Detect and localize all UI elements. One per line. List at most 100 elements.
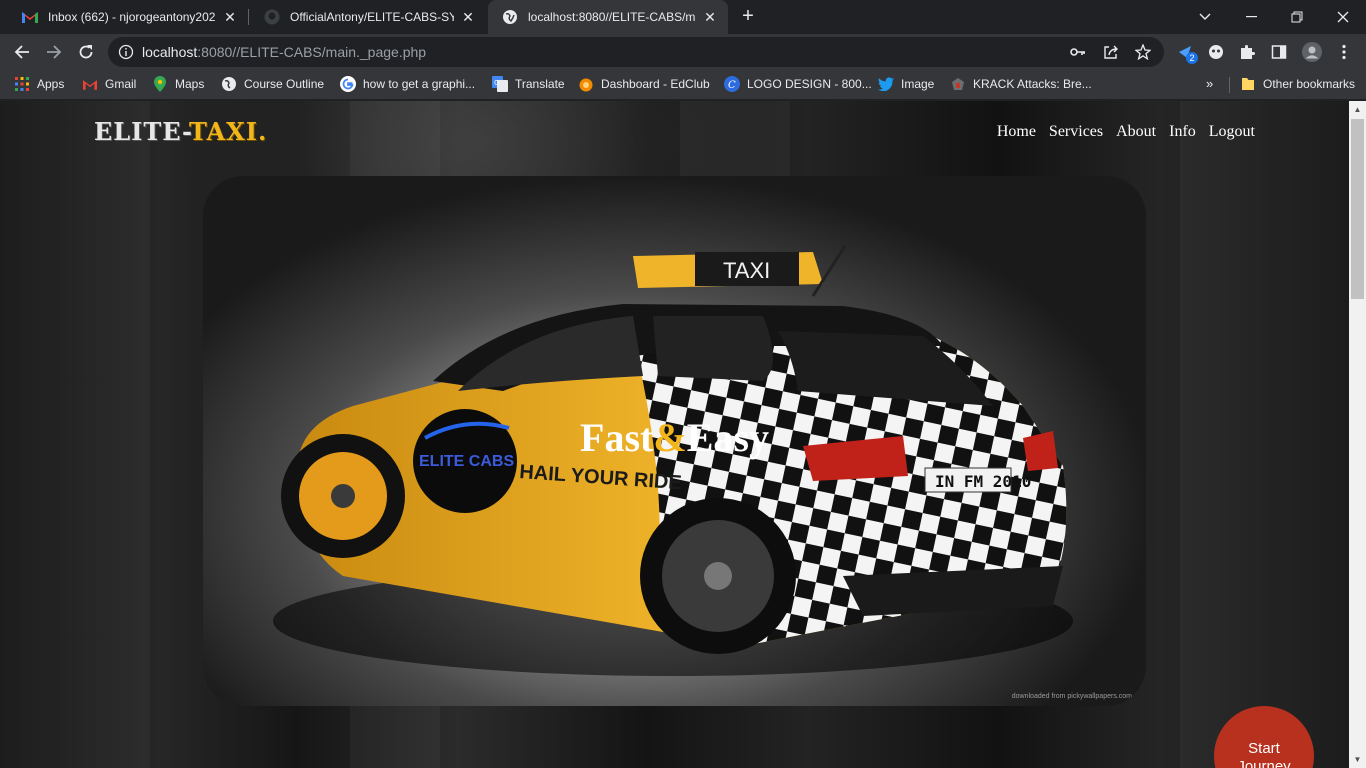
back-arrow-icon <box>14 45 29 59</box>
github-icon <box>264 9 280 25</box>
bookmark-label: LOGO DESIGN - 800... <box>747 77 872 91</box>
bookmark-label: Dashboard - EdClub <box>601 77 710 91</box>
tab-github[interactable]: OfficialAntony/ELITE-CABS-SYSTEM ✕ <box>250 0 486 34</box>
background-building <box>1180 101 1349 768</box>
tab-title: localhost:8080//ELITE-CABS/main._page.ph… <box>528 10 696 24</box>
side-panel-icon[interactable] <box>1269 42 1289 62</box>
bookmark-apps[interactable]: Apps <box>14 70 64 98</box>
site-header: ELITE-TAXI. Home Services About Info Log… <box>0 101 1349 165</box>
apps-grid-icon <box>14 76 30 92</box>
folder-icon <box>1240 76 1256 92</box>
bookmark-logo-design[interactable]: C LOGO DESIGN - 800... <box>724 70 872 98</box>
background-building <box>0 101 150 768</box>
extension-icon[interactable]: 2 <box>1176 42 1198 64</box>
new-tab-button[interactable]: + <box>736 5 760 29</box>
bookmark-other[interactable]: Other bookmarks <box>1240 70 1355 98</box>
bookmark-star-icon[interactable] <box>1135 44 1151 60</box>
tab-title: Inbox (662) - njorogeantony2020@ <box>48 10 216 24</box>
edclub-icon <box>578 76 594 92</box>
scroll-thumb[interactable] <box>1351 119 1364 299</box>
scroll-down-arrow-icon[interactable]: ▼ <box>1349 751 1366 768</box>
bookmark-label: Gmail <box>105 77 137 91</box>
forward-arrow-icon <box>47 45 62 59</box>
globe-icon <box>502 9 518 25</box>
bookmark-gmail[interactable]: Gmail <box>82 70 136 98</box>
address-bar[interactable]: localhost:8080//ELITE-CABS/main._page.ph… <box>108 37 1164 67</box>
close-icon[interactable]: ✕ <box>702 9 718 25</box>
translate-icon: G <box>492 76 508 92</box>
avatar[interactable] <box>1302 42 1322 62</box>
key-icon[interactable] <box>1070 44 1086 60</box>
forward-button[interactable] <box>40 38 68 66</box>
tab-gmail[interactable]: Inbox (662) - njorogeantony2020@ ✕ <box>8 0 248 34</box>
reload-icon <box>79 45 93 59</box>
logo-text-elite: ELITE- <box>94 117 189 146</box>
nav-info-link[interactable]: Info <box>1169 123 1196 141</box>
hero-tagline: Fast&Easy <box>203 414 1146 461</box>
ghost-extension-icon[interactable] <box>1206 42 1226 62</box>
bookmark-image[interactable]: Image <box>878 70 934 98</box>
tagline-fast: Fast <box>580 415 654 460</box>
canva-icon: C <box>724 76 740 92</box>
back-button[interactable] <box>8 38 36 66</box>
extension-badge: 2 <box>1186 52 1198 64</box>
menu-kebab-icon[interactable] <box>1334 42 1354 62</box>
bookmark-label: Image <box>901 77 935 91</box>
puzzle-icon[interactable] <box>1237 42 1257 62</box>
restore-button[interactable] <box>1274 0 1320 34</box>
svg-text:G: G <box>494 79 499 87</box>
page-viewport: ELITE-TAXI. Home Services About Info Log… <box>0 101 1349 768</box>
reload-button[interactable] <box>72 38 100 66</box>
close-window-button[interactable] <box>1320 0 1366 34</box>
bookmark-course-outline[interactable]: Course Outline <box>221 70 324 98</box>
gmail-icon <box>82 76 98 92</box>
browser-toolbar: localhost:8080//ELITE-CABS/main._page.ph… <box>0 34 1366 70</box>
maps-pin-icon <box>152 76 168 92</box>
tab-title: OfficialAntony/ELITE-CABS-SYSTEM <box>290 10 454 24</box>
bookmark-translate[interactable]: G Translate <box>492 70 565 98</box>
svg-text:C: C <box>728 80 736 91</box>
close-icon[interactable]: ✕ <box>222 9 238 25</box>
nav-services-link[interactable]: Services <box>1049 123 1103 141</box>
tagline-easy: Easy <box>686 415 769 460</box>
site-info-icon[interactable] <box>118 44 134 60</box>
roof-sign-text: TAXI <box>723 258 770 283</box>
nav-home-link[interactable]: Home <box>997 123 1036 141</box>
tagline-ampersand: & <box>653 415 687 460</box>
twitter-icon <box>878 76 894 92</box>
main-nav: Home Services About Info Logout <box>997 123 1255 141</box>
nav-about-link[interactable]: About <box>1116 123 1156 141</box>
bookmark-label: Translate <box>515 77 565 91</box>
site-logo[interactable]: ELITE-TAXI. <box>94 117 267 146</box>
bookmark-label: Apps <box>37 77 65 91</box>
page-scrollbar[interactable]: ▲ ▼ <box>1349 101 1366 768</box>
logo-text-taxi: TAXI. <box>188 117 268 146</box>
hero-image: IN FM 2010 TAXI ELITE CABS HAIL YOUR RID… <box>203 176 1146 706</box>
google-icon <box>340 76 356 92</box>
nav-logout-link[interactable]: Logout <box>1209 123 1255 141</box>
image-watermark: downloaded from pickywallpapers.com <box>1011 693 1132 700</box>
tab-strip: Inbox (662) - njorogeantony2020@ ✕ Offic… <box>0 0 1366 34</box>
share-icon[interactable] <box>1103 44 1119 60</box>
bookmark-google-search[interactable]: how to get a graphi... <box>340 70 475 98</box>
url-path: :8080//ELITE-CABS/main._page.php <box>197 44 427 60</box>
license-plate-text: IN FM 2010 <box>935 472 1031 491</box>
bookmarks-bar: Apps Gmail Maps Course Outline how to ge… <box>0 70 1366 100</box>
tab-localhost[interactable]: localhost:8080//ELITE-CABS/main._page.ph… <box>488 0 728 34</box>
more-bookmarks-chevron[interactable]: » <box>1206 76 1213 91</box>
gmail-icon <box>22 9 38 25</box>
globe-icon <box>221 76 237 92</box>
bookmark-maps[interactable]: Maps <box>152 70 204 98</box>
start-button-line2: Journey <box>1237 758 1291 768</box>
bookmark-edclub[interactable]: Dashboard - EdClub <box>578 70 710 98</box>
bookmark-label: KRACK Attacks: Bre... <box>973 77 1092 91</box>
scroll-up-arrow-icon[interactable]: ▲ <box>1349 101 1366 118</box>
bookmark-krack[interactable]: KRACK Attacks: Bre... <box>950 70 1092 98</box>
krack-icon <box>950 76 966 92</box>
bookmark-label: Maps <box>175 77 205 91</box>
close-icon[interactable]: ✕ <box>460 9 476 25</box>
tab-search-icon[interactable] <box>1182 0 1228 34</box>
bookmarks-divider <box>1229 77 1230 93</box>
bookmark-label: how to get a graphi... <box>363 77 476 91</box>
minimize-button[interactable] <box>1228 0 1274 34</box>
